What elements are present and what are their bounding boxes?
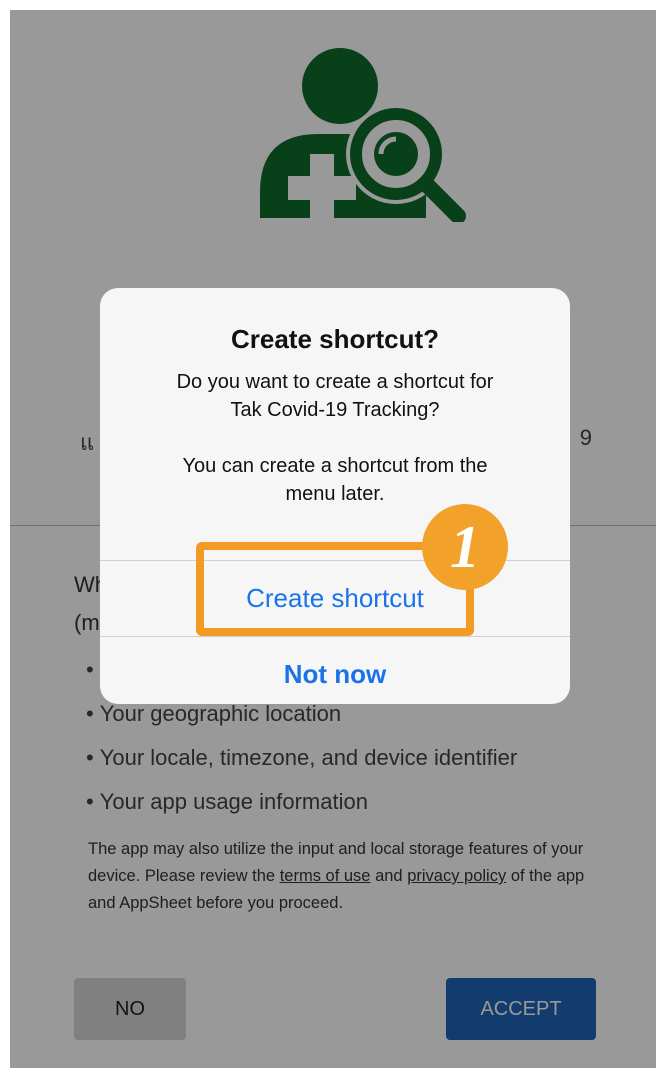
dialog-separator [100, 636, 570, 637]
not-now-button[interactable]: Not now [100, 646, 570, 702]
step-number-badge: 1 [422, 504, 508, 590]
dialog-title: Create shortcut? [230, 324, 440, 354]
create-shortcut-dialog: Create shortcut? Do you want to create a… [100, 288, 570, 704]
app-screen: แ 9 Wh (m • • Your geographic location • Y… [10, 10, 656, 1068]
dialog-message: Do you want to create a shortcut for Tak… [176, 371, 494, 505]
